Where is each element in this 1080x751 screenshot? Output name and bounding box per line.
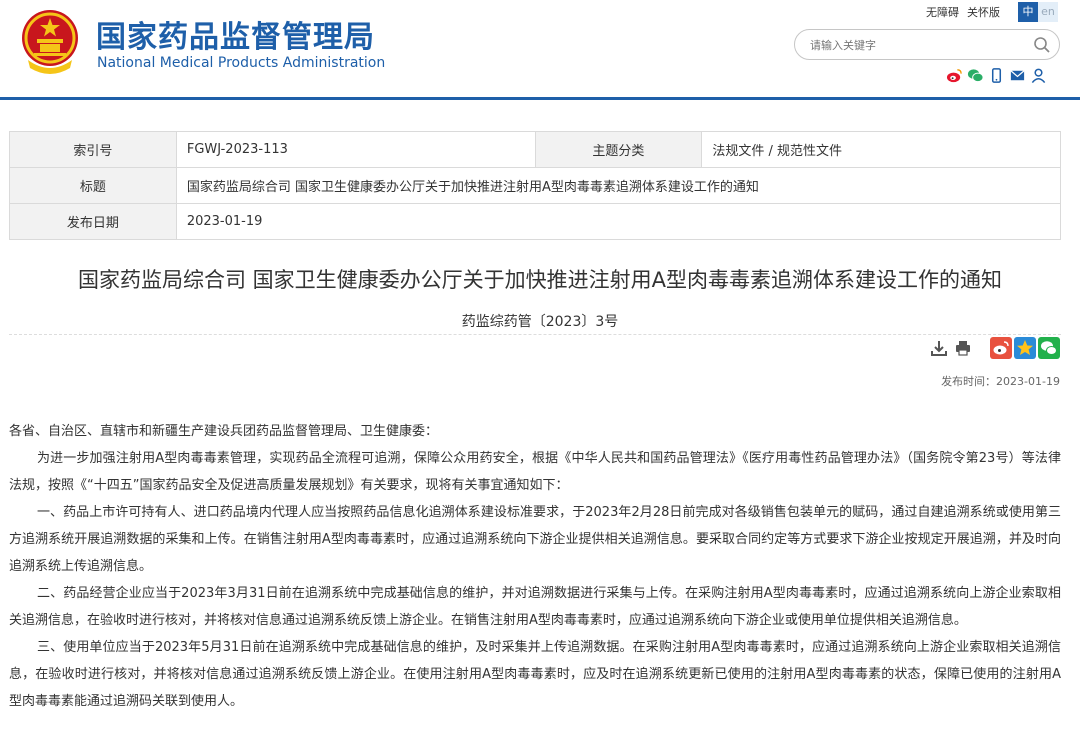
date-label: 发布日期 [9,203,177,240]
header-divider [0,97,1080,100]
search-box [794,29,1060,60]
search-input[interactable] [810,36,1020,54]
national-emblem-icon [22,10,78,74]
print-icon[interactable] [954,339,972,357]
salutation-paragraph: 各省、自治区、直辖市和新疆生产建设兵团药品监督管理局、卫生健康委： [9,424,439,439]
article-title: 国家药监局综合司 国家卫生健康委办公厅关于加快推进注射用A型肉毒毒素追溯体系建设… [77,268,1003,292]
document-number: 药监综药管〔2023〕3号 [461,314,619,330]
article-body: 各省、自治区、直辖市和新疆生产建设兵团药品监督管理局、卫生健康委： 为进一步加强… [9,418,1061,715]
article-tools [930,339,972,357]
publish-time: 发布时间：2023-01-19 [941,375,1060,388]
body-paragraph: 为进一步加强注射用A型肉毒毒素管理，实现药品全流程可追溯，保障公众用药安全，根据… [9,451,1061,493]
document-info-table: 索引号 FGWJ-2023-113 主题分类 法规文件 / 规范性文件 标题 国… [9,131,1062,240]
category-value: 法规文件 / 规范性文件 [701,131,1061,168]
title-label: 标题 [9,167,177,204]
lang-zh-button[interactable]: 中 [1018,2,1038,22]
site-header: 国家药品监督管理局 National Medical Products Admi… [0,0,1080,100]
qzone-share-icon[interactable] [1014,337,1036,359]
lang-en-button[interactable]: en [1038,2,1058,22]
body-paragraph: 三、使用单位应当于2023年5月31日前在追溯系统中完成基础信息的维护，及时采集… [9,640,1061,709]
body-paragraph: 一、药品上市许可持有人、进口药品境内代理人应当按照药品信息化追溯体系建设标准要求… [9,505,1061,574]
weibo-share-icon[interactable] [990,337,1012,359]
care-version-link[interactable]: 关怀版 [967,6,1000,19]
category-label: 主题分类 [534,131,703,168]
info-row-title: 标题 国家药监局综合司 国家卫生健康委办公厅关于加快推进注射用A型肉毒毒素追溯体… [9,167,1062,204]
user-icon[interactable] [1030,67,1047,84]
article-divider [9,334,1061,335]
date-value: 2023-01-19 [175,203,1062,240]
body-paragraph: 二、药品经营企业应当于2023年3月31日前在追溯系统中完成基础信息的维护，并对… [9,586,1061,628]
accessibility-link[interactable]: 无障碍 [926,6,959,19]
weibo-icon[interactable] [946,67,963,84]
search-icon[interactable] [1033,36,1051,54]
download-icon[interactable] [930,339,948,357]
social-links [946,66,1047,84]
info-row-index: 索引号 FGWJ-2023-113 主题分类 法规文件 / 规范性文件 [9,131,1061,168]
site-title-english[interactable]: National Medical Products Administration [97,55,385,71]
info-row-date: 发布日期 2023-01-19 [9,203,1062,240]
index-label: 索引号 [9,131,177,168]
wechat-share-icon[interactable] [1038,337,1060,359]
title-value: 国家药监局综合司 国家卫生健康委办公厅关于加快推进注射用A型肉毒毒素追溯体系建设… [175,167,1062,204]
site-title[interactable]: 国家药品监督管理局 [96,12,375,56]
mobile-icon[interactable] [988,67,1005,84]
index-value: FGWJ-2023-113 [175,131,536,168]
wechat-icon[interactable] [967,67,984,84]
top-utility-links: 无障碍 关怀版 [926,4,1008,20]
mail-icon[interactable] [1009,67,1026,84]
share-buttons [990,337,1060,359]
